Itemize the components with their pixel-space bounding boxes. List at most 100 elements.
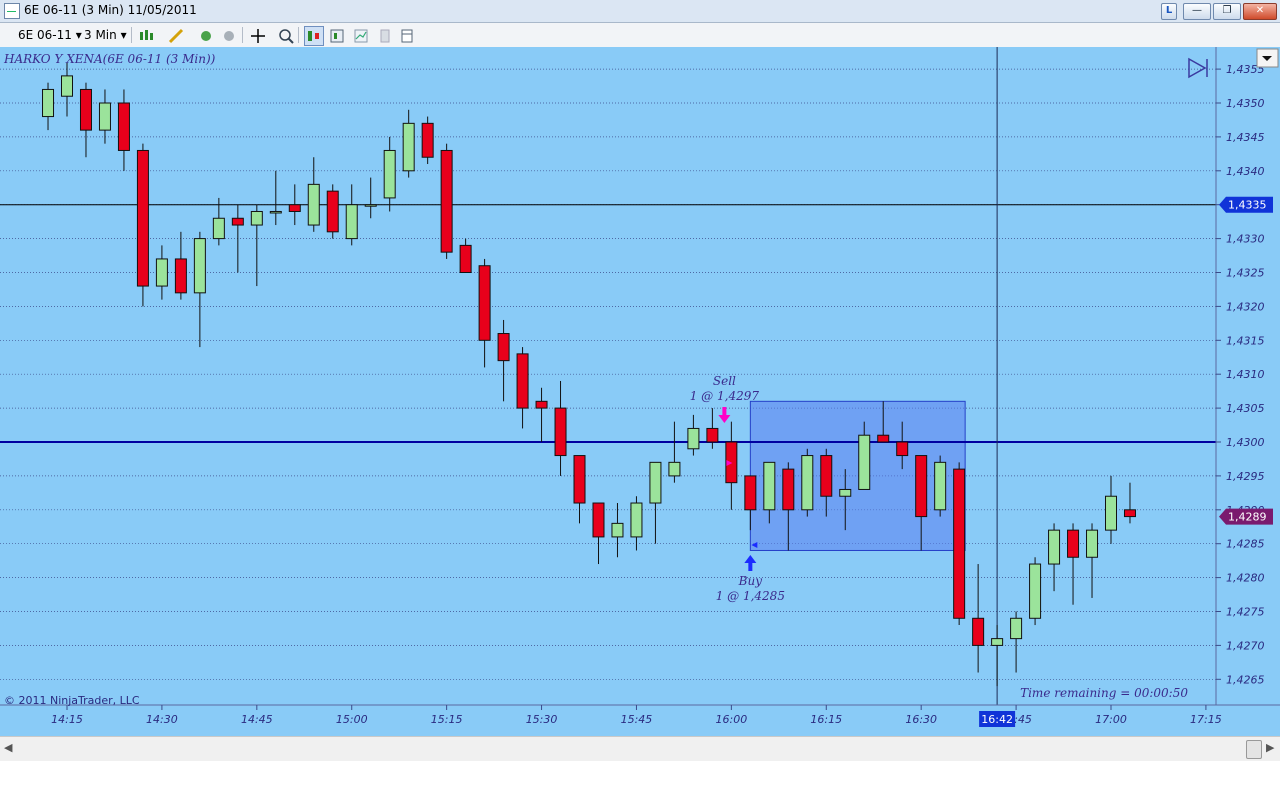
x-tick-label: 17:15 bbox=[1190, 713, 1222, 726]
buy-arrow-icon bbox=[744, 555, 757, 571]
x-tick-label: 17:00 bbox=[1095, 713, 1127, 726]
candle bbox=[915, 455, 928, 518]
copyright-label: © 2011 NinjaTrader, LLC bbox=[4, 694, 140, 707]
candle bbox=[877, 434, 890, 443]
candle bbox=[440, 149, 453, 253]
candle bbox=[649, 461, 662, 504]
horizontal-scrollbar[interactable]: ◀ ▶ bbox=[0, 736, 1280, 762]
candle bbox=[744, 475, 757, 511]
window-title: 6E 06-11 (3 Min) 11/05/2011 bbox=[24, 3, 197, 17]
candle bbox=[155, 258, 168, 287]
y-tick-label: 1,4320 bbox=[1226, 300, 1265, 313]
y-tick-label: 1,4350 bbox=[1226, 97, 1265, 110]
candle bbox=[820, 455, 833, 497]
minimize-button[interactable]: — bbox=[1183, 3, 1211, 20]
candle bbox=[459, 244, 472, 274]
data-box-icon[interactable] bbox=[327, 26, 347, 46]
y-tick-label: 1,4280 bbox=[1226, 572, 1265, 585]
sell-arrow-icon bbox=[718, 407, 731, 423]
y-tick-label: 1,4330 bbox=[1226, 233, 1265, 246]
candle bbox=[402, 122, 415, 172]
x-tick-label: 16:30 bbox=[905, 713, 937, 726]
bottom-pane bbox=[0, 761, 1280, 800]
close-button[interactable]: ✕ bbox=[1243, 3, 1277, 20]
x-tick-label: 15:15 bbox=[431, 713, 463, 726]
template-icon[interactable] bbox=[375, 26, 395, 46]
candle bbox=[364, 204, 377, 207]
interval-label: 3 Min bbox=[84, 28, 117, 42]
y-tick-label: 1,4315 bbox=[1226, 334, 1265, 347]
candle bbox=[231, 217, 244, 226]
toolbar-divider bbox=[131, 27, 132, 43]
candle bbox=[611, 522, 624, 538]
toolbar-divider bbox=[242, 27, 243, 43]
window-titlebar: 6E 06-11 (3 Min) 11/05/2011 L — ❐ ✕ bbox=[0, 0, 1280, 23]
candle bbox=[1123, 509, 1136, 518]
buy-detail: 1 @ 1,4285 bbox=[716, 589, 785, 603]
candle bbox=[1048, 529, 1061, 565]
restore-button[interactable]: ❐ bbox=[1213, 3, 1241, 20]
scroll-thumb[interactable] bbox=[1246, 740, 1262, 759]
bar-type-icon[interactable] bbox=[136, 26, 156, 46]
indicator-icon[interactable] bbox=[196, 26, 216, 46]
candle bbox=[193, 238, 206, 294]
candle bbox=[554, 407, 567, 457]
sell-detail: 1 @ 1,4297 bbox=[690, 389, 760, 403]
indicator-label: HARKO Y XENA(6E 06-11 (3 Min)) bbox=[3, 52, 216, 66]
candle bbox=[1029, 563, 1042, 619]
interval-selector[interactable]: 3 Min ▾ bbox=[84, 26, 127, 44]
price-chart[interactable]: Sell 1 @ 1,4297 Buy 1 @ 1,4285 1,4355 1,4350 1… bbox=[0, 47, 1280, 736]
candle bbox=[117, 102, 130, 151]
candle bbox=[79, 88, 92, 131]
candle bbox=[1010, 617, 1023, 640]
candle bbox=[383, 149, 396, 199]
candlestick-chart[interactable]: Sell1 @ 1,4297Buy1 @ 1,42851,43551,43501… bbox=[0, 47, 1280, 736]
candle bbox=[782, 468, 795, 511]
candle bbox=[98, 102, 111, 131]
scroll-right-icon[interactable]: ▶ bbox=[1266, 741, 1274, 754]
price-tag-line: 1,4335 bbox=[1228, 199, 1267, 212]
x-tick-label: 15:45 bbox=[621, 713, 653, 726]
chart-trader-icon[interactable] bbox=[304, 26, 324, 46]
y-tick-label: 1,4340 bbox=[1226, 165, 1265, 178]
strategy-icon[interactable] bbox=[219, 26, 239, 46]
crosshair-time-tag: 16:42 bbox=[981, 713, 1013, 726]
price-tag-last: 1,4289 bbox=[1228, 511, 1267, 524]
y-tick-label: 1,4345 bbox=[1226, 131, 1265, 144]
candle bbox=[953, 468, 966, 619]
candle bbox=[858, 434, 871, 490]
properties-icon[interactable] bbox=[351, 26, 371, 46]
y-tick-label: 1,4310 bbox=[1226, 368, 1265, 381]
buy-label: Buy bbox=[738, 574, 763, 588]
chart-app-icon bbox=[4, 3, 20, 19]
scroll-left-icon[interactable]: ◀ bbox=[4, 741, 12, 754]
candle bbox=[687, 427, 700, 450]
candle bbox=[516, 353, 529, 409]
candle bbox=[1067, 529, 1080, 558]
candle bbox=[668, 461, 681, 477]
panels-icon[interactable] bbox=[397, 26, 417, 46]
zoom-icon[interactable] bbox=[276, 26, 296, 46]
candle bbox=[136, 149, 149, 287]
candle bbox=[991, 638, 1004, 646]
candle bbox=[307, 183, 320, 226]
candle bbox=[345, 204, 358, 240]
instrument-label: 6E 06-11 bbox=[18, 28, 72, 42]
toolbar-divider bbox=[298, 27, 299, 43]
candle bbox=[269, 210, 282, 214]
instrument-selector[interactable]: 6E 06-11 ▾ bbox=[18, 26, 82, 44]
time-remaining-label: Time remaining = 00:00:50 bbox=[1020, 686, 1188, 700]
candle bbox=[1086, 529, 1099, 558]
chevron-down-icon: ▾ bbox=[120, 28, 127, 42]
candle bbox=[212, 217, 225, 240]
x-tick-label: 14:15 bbox=[51, 713, 83, 726]
candle bbox=[535, 400, 548, 409]
chart-toolbar: 6E 06-11 ▾ 3 Min ▾ bbox=[0, 23, 1280, 48]
crosshair-icon[interactable] bbox=[248, 26, 268, 46]
candle bbox=[573, 455, 586, 504]
draw-pencil-icon[interactable] bbox=[166, 26, 186, 46]
candle bbox=[763, 461, 776, 511]
x-tick-label: 16:15 bbox=[810, 713, 842, 726]
link-button[interactable]: L bbox=[1161, 3, 1177, 20]
candle bbox=[630, 502, 643, 538]
